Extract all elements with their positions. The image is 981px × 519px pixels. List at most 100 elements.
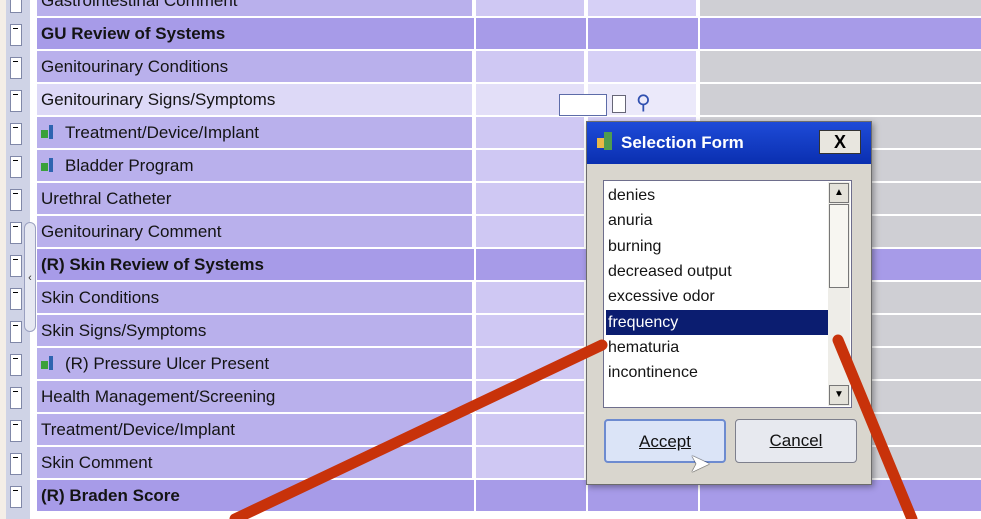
list-option[interactable]: burning <box>606 234 830 259</box>
row-checkbox[interactable] <box>10 420 22 442</box>
flowsheet-icon <box>41 124 55 140</box>
row-label: (R) Braden Score <box>37 480 474 511</box>
mouse-pointer-icon: ➤ <box>689 448 711 478</box>
scroll-up-icon[interactable]: ▲ <box>829 183 849 203</box>
row-label: Urethral Catheter <box>37 183 474 214</box>
row-label-text: (R) Skin Review of Systems <box>41 255 264 274</box>
value-cell[interactable] <box>476 348 586 379</box>
row-label: Treatment/Device/Implant <box>37 414 474 445</box>
grid-row[interactable]: Genitourinary Signs/Symptoms <box>37 84 981 117</box>
value-cell[interactable] <box>476 249 586 280</box>
row-checkbox[interactable] <box>10 453 22 475</box>
value-cell[interactable] <box>476 414 586 445</box>
row-label: GU Review of Systems <box>37 18 474 49</box>
row-label: (R) Pressure Ulcer Present <box>37 348 474 379</box>
row-checkbox[interactable] <box>10 255 22 277</box>
cancel-button[interactable]: Cancel <box>735 419 857 463</box>
symptoms-lookup-input[interactable] <box>559 94 607 116</box>
row-label-text: Bladder Program <box>65 156 194 175</box>
row-label-text: Genitourinary Conditions <box>41 57 229 76</box>
dialog-titlebar[interactable]: Selection Form X <box>587 122 871 164</box>
list-option[interactable]: decreased output <box>606 259 830 284</box>
row-checkbox[interactable] <box>10 189 22 211</box>
row-label: Genitourinary Comment <box>37 216 474 247</box>
value-cell[interactable] <box>700 84 981 115</box>
value-cell[interactable] <box>476 282 586 313</box>
selection-form-dialog: Selection Form X denies anuria burning decr… <box>586 121 872 485</box>
section-header-row[interactable]: GU Review of Systems <box>37 18 981 51</box>
list-option[interactable]: frequency <box>606 309 830 335</box>
row-checkbox[interactable] <box>10 90 22 112</box>
value-cell[interactable] <box>476 315 586 346</box>
row-label-text: Treatment/Device/Implant <box>41 420 235 439</box>
row-label-text: Urethral Catheter <box>41 189 172 208</box>
row-label-text: Genitourinary Signs/Symptoms <box>41 90 276 109</box>
row-label-text: (R) Pressure Ulcer Present <box>65 354 270 373</box>
value-cell[interactable] <box>700 18 981 49</box>
value-cell[interactable] <box>476 51 586 82</box>
value-cell[interactable] <box>476 480 586 511</box>
row-label-text: Genitourinary Comment <box>41 222 222 241</box>
row-label-text: (R) Braden Score <box>41 486 180 505</box>
scroll-down-icon[interactable]: ▼ <box>829 385 849 405</box>
value-cell[interactable] <box>476 447 586 478</box>
row-checkbox[interactable] <box>10 123 22 145</box>
value-cell[interactable] <box>588 0 698 16</box>
value-cell[interactable] <box>588 51 698 82</box>
row-label-text: GU Review of Systems <box>41 24 226 43</box>
row-checkbox[interactable] <box>10 24 22 46</box>
row-label: Treatment/Device/Implant <box>37 117 474 148</box>
row-label: Genitourinary Conditions <box>37 51 474 82</box>
flowsheet-icon <box>41 355 55 371</box>
row-checkbox[interactable] <box>10 156 22 178</box>
row-checkbox[interactable] <box>10 222 22 244</box>
collapse-handle[interactable]: ‹ <box>24 222 36 332</box>
row-checkbox[interactable] <box>10 0 22 13</box>
value-cell[interactable] <box>476 18 586 49</box>
row-label: Health Management/Screening <box>37 381 474 412</box>
listbox-scrollbar[interactable]: ▲ ▼ <box>828 182 850 406</box>
value-cell[interactable] <box>700 0 981 16</box>
close-button[interactable]: X <box>819 130 861 154</box>
list-option[interactable]: anuria <box>606 208 830 233</box>
list-option[interactable]: hematuria <box>606 335 830 360</box>
document-icon[interactable] <box>612 95 626 113</box>
row-label-text: Gastrointestinal Comment <box>41 0 238 10</box>
row-label-text: Health Management/Screening <box>41 387 276 406</box>
value-cell[interactable] <box>476 0 586 16</box>
row-label: Genitourinary Signs/Symptoms <box>37 84 474 115</box>
row-checkbox[interactable] <box>10 486 22 508</box>
options-listbox[interactable]: denies anuria burning decreased output exces… <box>603 180 852 408</box>
row-checkbox[interactable] <box>10 387 22 409</box>
row-label: Skin Signs/Symptoms <box>37 315 474 346</box>
grid-row[interactable]: Genitourinary Conditions <box>37 51 981 84</box>
list-option[interactable]: excessive odor <box>606 284 830 309</box>
dialog-title: Selection Form <box>621 133 744 152</box>
grid-row[interactable]: Gastrointestinal Comment <box>37 0 981 18</box>
value-cell[interactable] <box>588 18 698 49</box>
row-checkbox[interactable] <box>10 354 22 376</box>
magnifier-icon[interactable]: ⚲ <box>636 92 651 114</box>
row-checkbox[interactable] <box>10 57 22 79</box>
row-label-text: Skin Conditions <box>41 288 160 307</box>
value-cell[interactable] <box>476 381 586 412</box>
row-label: Gastrointestinal Comment <box>37 0 474 16</box>
value-cell[interactable] <box>476 150 586 181</box>
flowsheet-icon <box>41 157 55 173</box>
list-option[interactable]: denies <box>606 183 830 208</box>
row-label: Skin Comment <box>37 447 474 478</box>
row-label-text: Treatment/Device/Implant <box>65 123 259 142</box>
value-cell[interactable] <box>476 117 586 148</box>
scroll-thumb[interactable] <box>829 204 849 288</box>
app-frame: ‹ Gastrointestinal Comment GU Review of S… <box>6 0 981 519</box>
row-label-text: Skin Signs/Symptoms <box>41 321 207 340</box>
list-option[interactable]: incontinence <box>606 360 830 385</box>
value-cell[interactable] <box>700 51 981 82</box>
row-checkbox[interactable] <box>10 288 22 310</box>
value-cell[interactable] <box>476 216 586 247</box>
value-cell[interactable] <box>476 183 586 214</box>
row-label-text: Skin Comment <box>41 453 153 472</box>
row-label: Bladder Program <box>37 150 474 181</box>
row-checkbox[interactable] <box>10 321 22 343</box>
app-icon <box>597 132 613 152</box>
